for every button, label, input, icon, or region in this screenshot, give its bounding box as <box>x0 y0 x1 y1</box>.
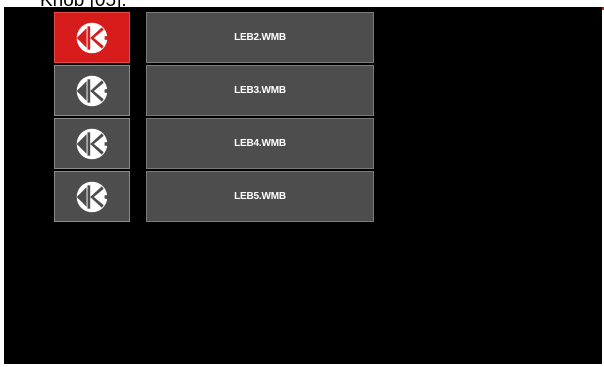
weld-mode-icon <box>76 75 109 106</box>
file-icon-button[interactable] <box>54 171 130 222</box>
weld-mode-icon <box>76 181 109 212</box>
file-name-button[interactable]: LEB5.WMB <box>146 171 374 222</box>
display-screen: LEB2.WMB LEB3.WMB LEB4.WMB LEB5.WMB <box>4 7 602 364</box>
file-icon-button[interactable] <box>54 12 130 63</box>
weld-mode-icon <box>76 22 109 53</box>
file-name-button[interactable]: LEB3.WMB <box>146 65 374 116</box>
file-row: LEB5.WMB <box>4 171 602 222</box>
weld-mode-icon <box>76 128 109 159</box>
file-icon-button[interactable] <box>54 65 130 116</box>
file-row: LEB2.WMB <box>4 12 602 63</box>
file-name-button[interactable]: LEB4.WMB <box>146 118 374 169</box>
file-row: LEB3.WMB <box>4 65 602 116</box>
file-icon-button[interactable] <box>54 118 130 169</box>
file-row: LEB4.WMB <box>4 118 602 169</box>
file-name-button[interactable]: LEB2.WMB <box>146 12 374 63</box>
